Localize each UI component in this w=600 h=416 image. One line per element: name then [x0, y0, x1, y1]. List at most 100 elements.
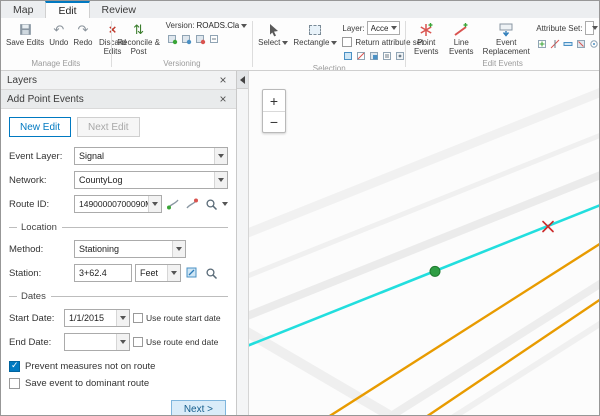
undo-button[interactable]: ↶ Undo	[47, 20, 70, 48]
save-edits-icon	[18, 21, 33, 38]
chevron-down-icon	[241, 24, 247, 28]
new-edit-button[interactable]: New Edit	[9, 117, 71, 137]
network-label: Network:	[9, 175, 71, 186]
selection-attributes-icon[interactable]	[381, 49, 393, 62]
event-point-marker	[430, 266, 440, 276]
split-event-icon[interactable]	[549, 37, 561, 50]
refresh-version-icon[interactable]	[166, 32, 179, 45]
pick-station-on-map-icon[interactable]	[184, 265, 200, 281]
attribute-set-select[interactable]: Default	[585, 21, 595, 35]
select-all-icon[interactable]	[342, 49, 354, 62]
select-tool-button[interactable]: Select	[256, 20, 290, 48]
ribbon-group-selection: Select Rectangle Layer: Access_C	[253, 18, 405, 70]
reconcile-post-button[interactable]: ⇅ Reconcile & Post	[115, 20, 163, 57]
version-changes-icon[interactable]	[180, 32, 193, 45]
end-date-select[interactable]	[64, 333, 130, 351]
ribbon-group-versioning: ⇅ Reconcile & Post Version: ROADS.Claire…	[112, 18, 253, 70]
use-route-start-date-label: Use route start date	[146, 313, 221, 323]
close-layers-pane-icon[interactable]	[216, 73, 230, 87]
version-label: Version:	[166, 21, 195, 30]
station-input[interactable]: 3+62.4	[74, 264, 132, 282]
next-edit-button[interactable]: Next Edit	[77, 117, 140, 137]
tab-review[interactable]: Review	[90, 1, 148, 18]
next-button[interactable]: Next >	[171, 400, 226, 416]
versioning-tools	[166, 32, 248, 45]
event-layer-value: Signal	[75, 151, 214, 161]
chevron-down-icon	[171, 271, 177, 275]
redo-button[interactable]: ↷ Redo	[71, 20, 94, 48]
station-unit-select[interactable]: Feet	[135, 264, 181, 282]
ribbon-tab-bar: Map Edit Review	[1, 1, 599, 18]
line-events-icon	[453, 21, 469, 38]
snap-events-icon[interactable]	[588, 37, 599, 50]
panel-collapse-strip	[237, 71, 249, 415]
pick-route-icon[interactable]	[184, 196, 200, 212]
invert-selection-icon[interactable]	[368, 49, 380, 62]
network-select[interactable]: CountyLog	[74, 171, 228, 189]
chevron-down-icon	[331, 41, 337, 45]
redo-icon: ↷	[77, 21, 88, 38]
point-events-button[interactable]: Point Events	[409, 20, 443, 57]
tab-map[interactable]: Map	[1, 1, 45, 18]
save-edits-button[interactable]: Save Edits	[4, 20, 46, 48]
ribbon-group-edit-events: Point Events Line Events Event Replaceme…	[406, 18, 599, 70]
station-label: Station:	[9, 268, 71, 279]
arcgis-pro-window: Map Edit Review Save Edits ↶ Undo ↷	[0, 0, 600, 416]
event-layer-select[interactable]: Signal	[74, 147, 228, 165]
start-date-value: 1/1/2015	[65, 313, 116, 323]
zoom-to-station-icon[interactable]	[203, 265, 219, 281]
route-id-select[interactable]: 14900000700090M01	[74, 195, 162, 213]
map-canvas[interactable]: + −	[249, 71, 599, 415]
chevron-down-icon	[592, 26, 598, 30]
edit-events-tools	[536, 37, 594, 50]
method-select[interactable]: Stationing	[74, 240, 186, 258]
tab-edit[interactable]: Edit	[45, 1, 89, 18]
redo-label: Redo	[73, 38, 92, 47]
version-value: ROADS.Claire_Reg	[197, 21, 240, 30]
start-date-select[interactable]: 1/1/2015	[64, 309, 130, 327]
select-route-on-map-icon[interactable]	[165, 196, 181, 212]
clear-selection-icon[interactable]	[355, 49, 367, 62]
rectangle-select-button[interactable]: Rectangle	[291, 20, 339, 48]
event-replacement-icon	[498, 21, 514, 38]
add-event-icon[interactable]	[536, 37, 548, 50]
ribbon-group-manage-edits: Save Edits ↶ Undo ↷ Redo × Discard Edits…	[1, 18, 111, 70]
method-value: Stationing	[75, 244, 172, 254]
dates-section-label: Dates	[21, 291, 46, 302]
layers-pane-title: Layers	[7, 75, 216, 86]
group-label-edit-events: Edit Events	[406, 58, 599, 70]
version-selector[interactable]: Version: ROADS.Claire_Reg	[166, 21, 248, 30]
zoom-to-route-icon[interactable]	[203, 196, 219, 212]
zoom-out-button[interactable]: −	[263, 111, 285, 132]
return-attribute-set-checkbox[interactable]	[342, 37, 352, 47]
zoom-in-button[interactable]: +	[263, 90, 285, 111]
start-date-label: Start Date:	[9, 313, 61, 324]
save-dominant-route-checkbox[interactable]	[9, 378, 20, 389]
version-properties-icon[interactable]	[208, 32, 221, 45]
end-date-label: End Date:	[9, 337, 61, 348]
chevron-down-icon	[282, 41, 288, 45]
layer-select[interactable]: Access_Control	[367, 21, 401, 35]
use-route-start-date-checkbox[interactable]	[133, 313, 143, 323]
chevron-down-icon[interactable]	[222, 202, 228, 206]
location-section-divider: Location	[9, 222, 228, 233]
group-label-manage-edits: Manage Edits	[1, 58, 111, 70]
return-attribute-set-checkbox-row: Return attribute set	[342, 37, 400, 47]
retire-event-icon[interactable]	[575, 37, 587, 50]
merge-event-icon[interactable]	[562, 37, 574, 50]
layers-pane-header: Layers	[1, 71, 236, 90]
version-conflicts-icon[interactable]	[194, 32, 207, 45]
use-route-end-date-checkbox[interactable]	[133, 337, 143, 347]
add-point-events-pane-header: Add Point Events	[1, 90, 236, 109]
use-route-end-date-label: Use route end date	[146, 337, 218, 347]
event-replacement-button[interactable]: Event Replacement	[479, 20, 533, 57]
prevent-measures-checkbox[interactable]	[9, 361, 20, 372]
station-unit-value: Feet	[136, 268, 167, 278]
collapse-panel-button[interactable]	[237, 71, 248, 89]
attribute-set-label: Attribute Set:	[536, 24, 582, 33]
layer-value: Access_Control	[371, 24, 389, 33]
dates-section-divider: Dates	[9, 291, 228, 302]
line-events-button[interactable]: Line Events	[444, 20, 478, 57]
other-route-line	[423, 298, 599, 415]
close-add-point-events-icon[interactable]	[216, 92, 230, 106]
